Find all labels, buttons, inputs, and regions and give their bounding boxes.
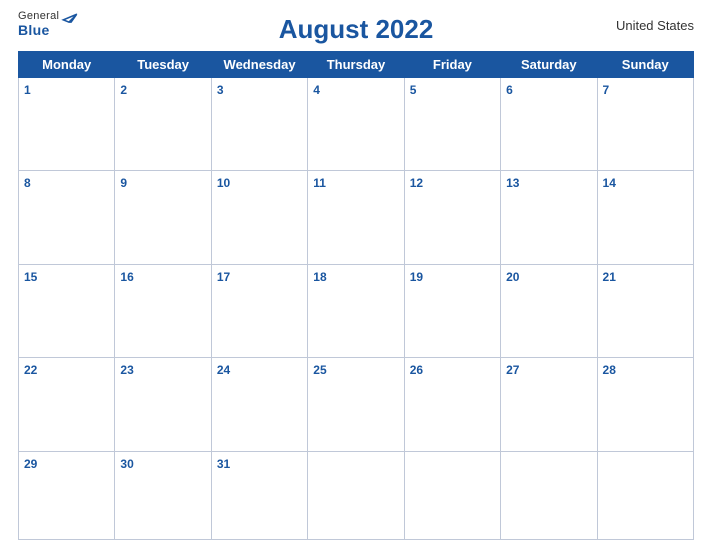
day-number: 2 bbox=[120, 83, 127, 97]
logo: General Blue bbox=[18, 10, 59, 38]
calendar-day: 13 bbox=[501, 171, 597, 264]
calendar-day: 26 bbox=[404, 358, 500, 451]
day-number: 24 bbox=[217, 363, 230, 377]
day-number: 8 bbox=[24, 176, 31, 190]
day-number: 14 bbox=[603, 176, 616, 190]
calendar-day: 19 bbox=[404, 264, 500, 357]
calendar-week-4: 22 23 24 25 26 27 28 bbox=[19, 358, 694, 451]
day-number: 29 bbox=[24, 457, 37, 471]
day-number: 7 bbox=[603, 83, 610, 97]
weekday-header-row: MondayTuesdayWednesdayThursdayFridaySatu… bbox=[19, 52, 694, 78]
calendar-day bbox=[501, 451, 597, 539]
day-number: 23 bbox=[120, 363, 133, 377]
calendar-day: 1 bbox=[19, 78, 115, 171]
calendar-day: 8 bbox=[19, 171, 115, 264]
calendar-day: 31 bbox=[211, 451, 307, 539]
day-number: 15 bbox=[24, 270, 37, 284]
calendar-day: 2 bbox=[115, 78, 211, 171]
calendar-day: 18 bbox=[308, 264, 404, 357]
weekday-monday: Monday bbox=[19, 52, 115, 78]
calendar-day: 29 bbox=[19, 451, 115, 539]
day-number: 18 bbox=[313, 270, 326, 284]
calendar-day: 23 bbox=[115, 358, 211, 451]
day-number: 25 bbox=[313, 363, 326, 377]
logo-bird-icon bbox=[61, 12, 79, 30]
logo-general: General bbox=[18, 10, 59, 22]
day-number: 31 bbox=[217, 457, 230, 471]
calendar-day: 12 bbox=[404, 171, 500, 264]
calendar-week-1: 1 2 3 4 5 6 7 bbox=[19, 78, 694, 171]
weekday-thursday: Thursday bbox=[308, 52, 404, 78]
calendar-day: 16 bbox=[115, 264, 211, 357]
calendar-day: 5 bbox=[404, 78, 500, 171]
calendar-day bbox=[404, 451, 500, 539]
calendar-day bbox=[308, 451, 404, 539]
weekday-saturday: Saturday bbox=[501, 52, 597, 78]
day-number: 17 bbox=[217, 270, 230, 284]
day-number: 21 bbox=[603, 270, 616, 284]
calendar-day: 28 bbox=[597, 358, 693, 451]
day-number: 10 bbox=[217, 176, 230, 190]
weekday-tuesday: Tuesday bbox=[115, 52, 211, 78]
day-number: 3 bbox=[217, 83, 224, 97]
weekday-wednesday: Wednesday bbox=[211, 52, 307, 78]
weekday-friday: Friday bbox=[404, 52, 500, 78]
calendar-day: 30 bbox=[115, 451, 211, 539]
calendar-day: 21 bbox=[597, 264, 693, 357]
calendar-day: 22 bbox=[19, 358, 115, 451]
calendar-day: 11 bbox=[308, 171, 404, 264]
day-number: 6 bbox=[506, 83, 513, 97]
calendar-week-5: 29 30 31 bbox=[19, 451, 694, 539]
day-number: 12 bbox=[410, 176, 423, 190]
calendar-day: 4 bbox=[308, 78, 404, 171]
day-number: 13 bbox=[506, 176, 519, 190]
calendar-day: 10 bbox=[211, 171, 307, 264]
calendar-day: 6 bbox=[501, 78, 597, 171]
day-number: 20 bbox=[506, 270, 519, 284]
country-label: United States bbox=[616, 18, 694, 33]
calendar-day: 14 bbox=[597, 171, 693, 264]
calendar-week-3: 15 16 17 18 19 20 21 bbox=[19, 264, 694, 357]
calendar-day: 24 bbox=[211, 358, 307, 451]
day-number: 11 bbox=[313, 176, 326, 190]
day-number: 28 bbox=[603, 363, 616, 377]
calendar-day: 9 bbox=[115, 171, 211, 264]
day-number: 26 bbox=[410, 363, 423, 377]
day-number: 30 bbox=[120, 457, 133, 471]
day-number: 5 bbox=[410, 83, 417, 97]
calendar-week-2: 8 9 10 11 12 13 14 bbox=[19, 171, 694, 264]
day-number: 27 bbox=[506, 363, 519, 377]
calendar-day: 7 bbox=[597, 78, 693, 171]
calendar-day: 3 bbox=[211, 78, 307, 171]
calendar-day: 17 bbox=[211, 264, 307, 357]
calendar-day: 25 bbox=[308, 358, 404, 451]
logo-blue: Blue bbox=[18, 22, 50, 38]
page-title: August 2022 bbox=[279, 14, 434, 45]
day-number: 9 bbox=[120, 176, 127, 190]
day-number: 1 bbox=[24, 83, 31, 97]
calendar-day: 15 bbox=[19, 264, 115, 357]
day-number: 19 bbox=[410, 270, 423, 284]
calendar-day: 20 bbox=[501, 264, 597, 357]
calendar-day: 27 bbox=[501, 358, 597, 451]
day-number: 4 bbox=[313, 83, 320, 97]
day-number: 16 bbox=[120, 270, 133, 284]
calendar-table: MondayTuesdayWednesdayThursdayFridaySatu… bbox=[18, 51, 694, 540]
day-number: 22 bbox=[24, 363, 37, 377]
weekday-sunday: Sunday bbox=[597, 52, 693, 78]
calendar-header: General Blue August 2022 United States bbox=[18, 10, 694, 45]
calendar-day bbox=[597, 451, 693, 539]
